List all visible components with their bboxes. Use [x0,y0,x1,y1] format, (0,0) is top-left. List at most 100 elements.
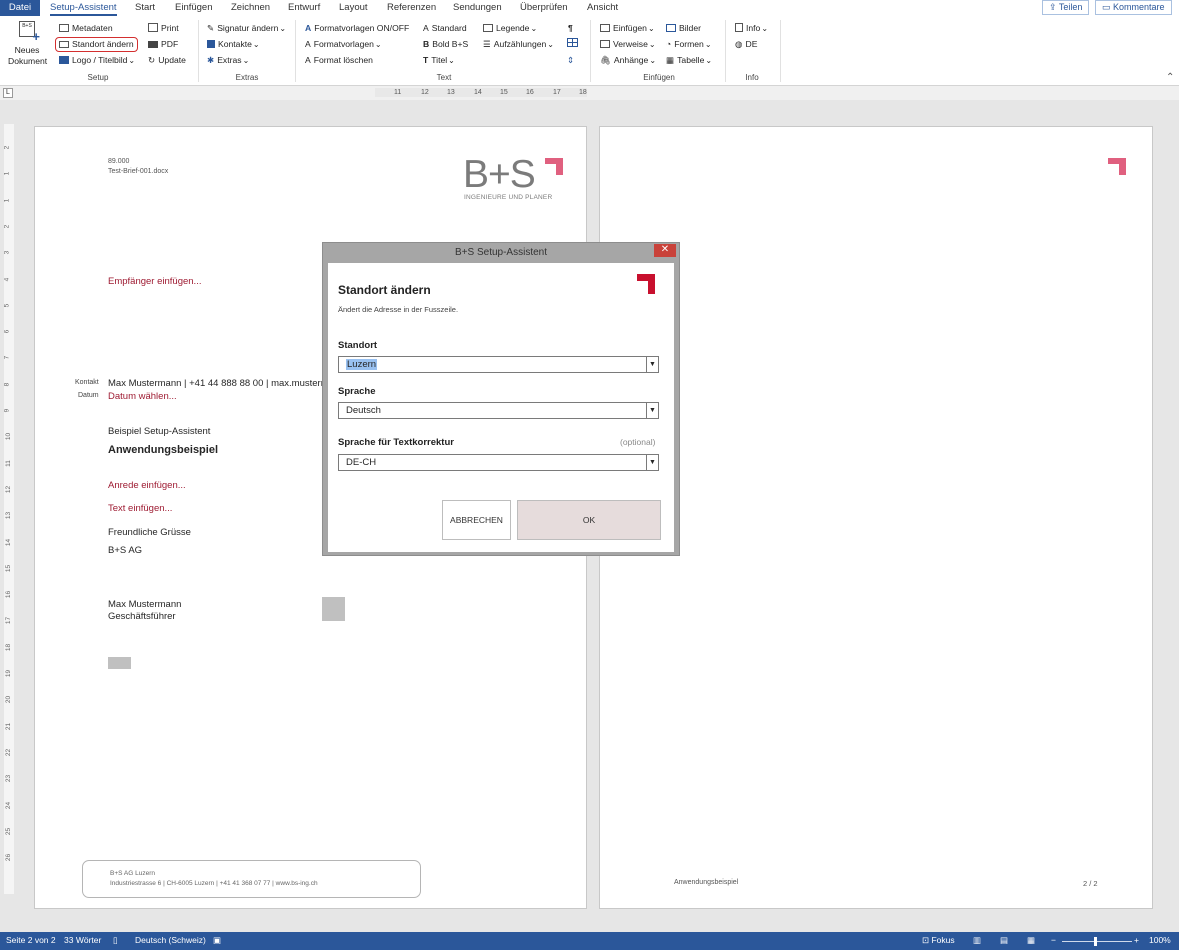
word-count[interactable]: 33 Wörter [64,935,101,945]
ruler-number: 9 [3,408,11,413]
tab-ueberpruefen[interactable]: Überprüfen [520,2,568,13]
format-loeschen-button[interactable]: A Format löschen [305,54,373,67]
page-count[interactable]: Seite 2 von 2 [6,935,56,945]
sprache-select[interactable]: Deutsch ▼ [338,402,659,419]
dropdown-arrow-icon[interactable]: ▼ [646,455,658,470]
pdf-icon [148,41,158,48]
pilcrow-button[interactable]: ¶ [568,22,573,35]
web-layout-icon[interactable]: ▦ [1027,935,1035,946]
tabelle-button[interactable]: ▦ Tabelle [666,54,712,67]
tab-setup-assistent[interactable]: Setup-Assistent [50,2,117,16]
dialog-title[interactable]: B+S Setup-Assistent [323,243,679,262]
formatvorlagen-button[interactable]: A Formatvorlagen [305,38,382,51]
table-grid-button[interactable] [567,38,578,51]
info-label: Info [746,23,761,33]
new-document-icon: B+S + [19,21,40,43]
signatur-label: Signatur ändern [217,23,279,33]
tab-entwurf[interactable]: Entwurf [288,2,320,13]
aufzaehlungen-button[interactable]: ☰ Aufzählungen [483,38,554,51]
zoom-slider[interactable] [1062,941,1132,942]
signatur-aendern-button[interactable]: ✎ Signatur ändern [207,22,286,35]
ruler-number: 3 [3,250,11,255]
share-button[interactable]: ⇪ Teilen [1042,0,1090,15]
print-button[interactable]: Print [148,22,179,35]
tab-sendungen[interactable]: Sendungen [453,2,502,13]
standort-select[interactable]: Luzern ▼ [338,356,659,373]
ruler-number: 6 [3,329,11,334]
verweise-button[interactable]: Verweise [600,38,656,51]
horizontal-ruler[interactable]: L 11 12 13 14 15 16 17 18 [0,86,1179,100]
spacing-button[interactable]: ⇕ [567,54,574,67]
signature-placeholder[interactable] [322,597,345,621]
cancel-button[interactable]: ABBRECHEN [442,500,511,540]
reference-icon [600,40,610,48]
tab-layout[interactable]: Layout [339,2,368,13]
kontakte-label: Kontakte [218,39,252,49]
update-button[interactable]: ↻ Update [148,54,186,67]
legende-button[interactable]: Legende [483,22,537,35]
bullets-icon: ☰ [483,39,491,49]
print-layout-icon[interactable]: ▤ [1000,935,1008,946]
bold-bs-button[interactable]: B Bold B+S [423,38,468,51]
macro-icon[interactable]: ▣ [213,935,221,946]
group-label-setup: Setup [87,73,109,82]
metadaten-button[interactable]: Metadaten [59,22,113,35]
footer-address-box[interactable]: B+S AG Luzern Industriestrasse 6 | CH-60… [82,860,421,898]
language-status[interactable]: Deutsch (Schweiz) [135,935,206,945]
tab-start[interactable]: Start [135,2,155,13]
new-document-button[interactable]: B+S + Neues Dokument [8,21,47,69]
standort-aendern-button[interactable]: Standort ändern [55,37,138,52]
datum-placeholder[interactable]: Datum wählen... [108,391,177,402]
close-icon[interactable]: ✕ [654,244,676,257]
proofing-icon[interactable]: ▯ [113,935,118,946]
comments-button[interactable]: ▭ Kommentare [1095,0,1172,15]
kontakte-button[interactable]: Kontakte [207,38,260,51]
ruler-number: 2 [3,224,11,229]
extras-button[interactable]: ✱ Extras [207,54,249,67]
korrektur-select[interactable]: DE-CH ▼ [338,454,659,471]
bilder-button[interactable]: Bilder [666,22,701,35]
text-placeholder[interactable]: Text einfügen... [108,503,172,514]
ok-button[interactable]: OK [517,500,661,540]
tab-zeichnen[interactable]: Zeichnen [231,2,270,13]
formatvorlagen-onoff-button[interactable]: A Formatvorlagen ON/OFF [305,22,409,35]
korrektur-value: DE-CH [346,457,377,468]
table-icon: ▦ [666,55,675,65]
vertical-ruler[interactable]: 2 1 1 2 3 4 5 6 7 8 9 10 11 12 13 14 15 16 17 18 19 20 21 22 23 2… [3,124,14,894]
zoom-level[interactable]: 100% [1149,935,1171,945]
page-2[interactable]: Anwendungsbeispiel 2 / 2 [599,126,1153,909]
anhaenge-button[interactable]: 🖇 Anhänge [600,54,656,67]
anrede-placeholder[interactable]: Anrede einfügen... [108,480,186,491]
signatory-name: Max Mustermann [108,599,182,610]
dropdown-arrow-icon[interactable]: ▼ [646,357,658,372]
zoom-in-icon[interactable]: + [1134,935,1139,945]
pdf-button[interactable]: PDF [148,38,178,51]
language-de-button[interactable]: ◍ DE [735,38,757,51]
tab-ansicht[interactable]: Ansicht [587,2,618,13]
pilcrow-icon: ¶ [568,23,573,33]
new-document-icon-text: B+S [22,23,32,29]
tab-datei[interactable]: Datei [0,0,40,16]
logo-titelbild-button[interactable]: Logo / Titelbild [59,54,135,67]
collapse-ribbon-icon[interactable]: ⌃ [1166,72,1174,83]
format-loeschen-label: Format löschen [313,55,373,65]
info-button[interactable]: Info [735,22,768,35]
focus-button[interactable]: ⊡ Fokus [922,935,955,946]
dropdown-arrow-icon[interactable]: ▼ [646,403,658,418]
shapes-icon: ◔ [666,39,672,49]
kontakt-value[interactable]: Max Mustermann | +41 44 888 88 00 | max.… [108,378,329,389]
attachment-placeholder[interactable] [108,657,131,669]
standard-style-button[interactable]: A Standard [423,22,467,35]
tab-selector-icon[interactable]: L [3,88,13,98]
einfuegen-button[interactable]: Einfügen [600,22,655,35]
legende-label: Legende [496,23,530,33]
tab-einfuegen[interactable]: Einfügen [175,2,213,13]
read-mode-icon[interactable]: ▥ [973,935,981,946]
formen-button[interactable]: ◔ Formen [666,38,712,51]
tab-referenzen[interactable]: Referenzen [387,2,436,13]
titel-button[interactable]: T Titel [423,54,455,67]
recipient-placeholder[interactable]: Empfänger einfügen... [108,276,201,287]
zoom-slider-thumb[interactable] [1094,937,1097,946]
zoom-out-icon[interactable]: − [1051,935,1056,945]
bold-icon: B [423,39,430,49]
